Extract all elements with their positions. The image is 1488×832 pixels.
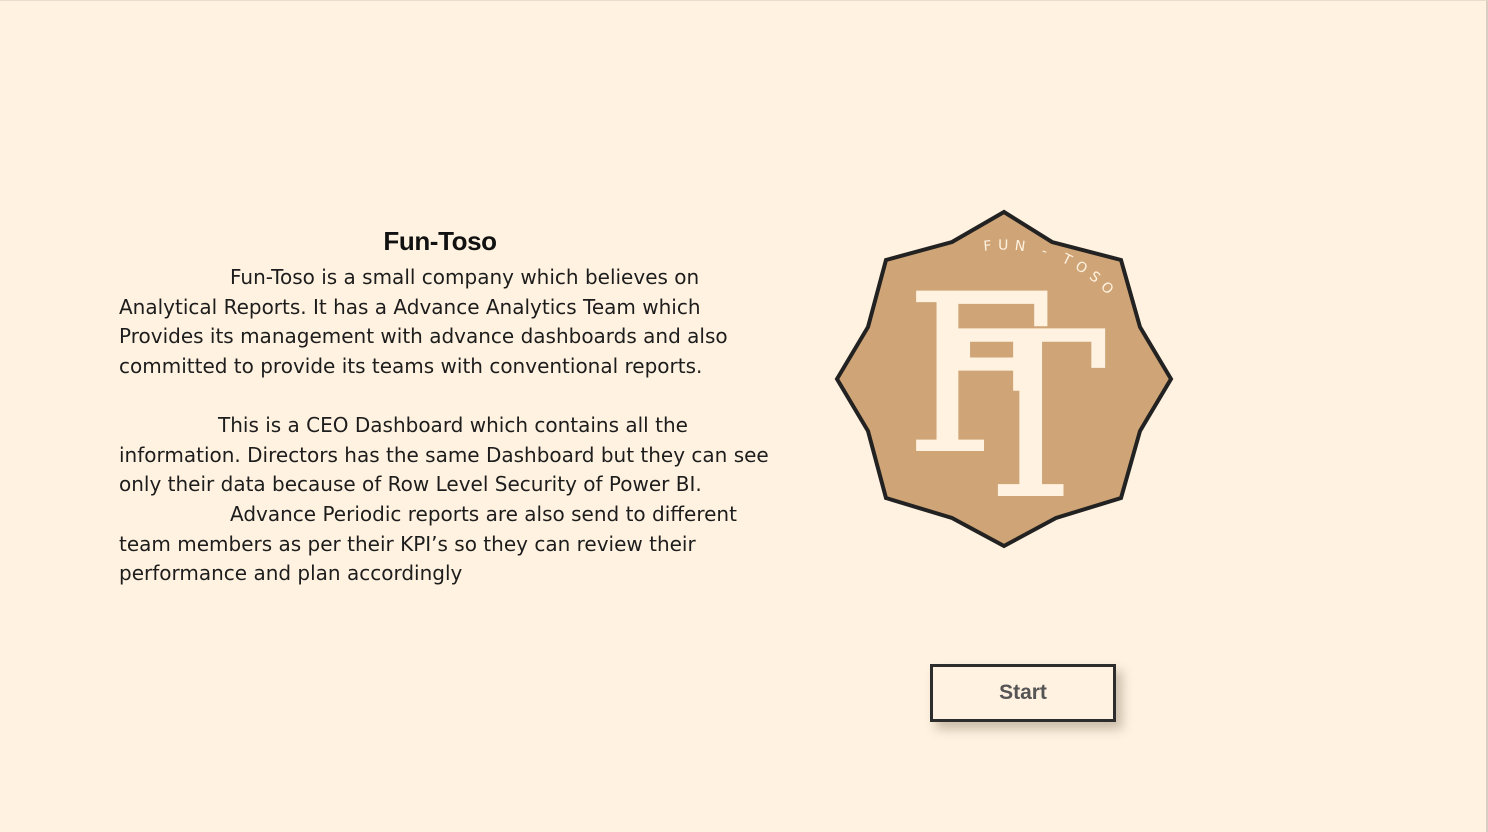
- start-button[interactable]: Start: [930, 664, 1116, 722]
- intro-paragraph-reports: Advance Periodic reports are also send t…: [119, 501, 737, 586]
- intro-paragraph-dashboard: This is a CEO Dashboard which contains a…: [119, 412, 769, 497]
- intro-section: Fun-Toso Fun-Toso is a small company whi…: [119, 225, 769, 589]
- page-title: Fun-Toso: [383, 226, 497, 256]
- logo-monogram-t: T: [954, 284, 1107, 549]
- logo-badge-icon: FUN - TOSO F T: [834, 209, 1174, 551]
- intro-paragraph-company: Fun-Toso is a small company which believ…: [119, 265, 728, 379]
- landing-page: Fun-Toso Fun-Toso is a small company whi…: [0, 0, 1488, 832]
- fun-toso-logo: FUN - TOSO F T: [834, 209, 1174, 551]
